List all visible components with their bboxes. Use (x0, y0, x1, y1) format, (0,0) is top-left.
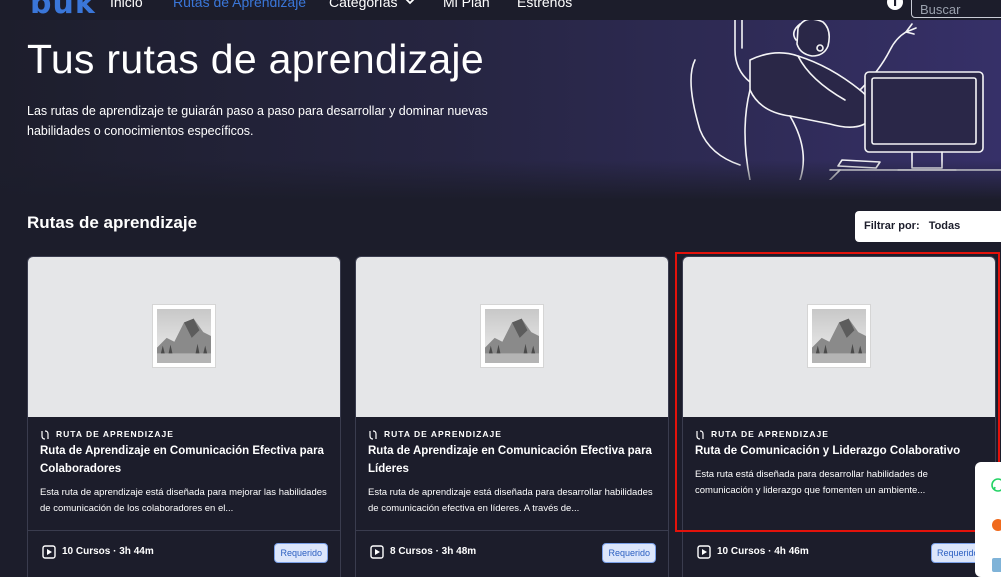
play-icon (697, 545, 711, 559)
status-badge: Requerido (602, 543, 656, 563)
nav-item-categorias[interactable]: Categorías (329, 0, 397, 10)
filter-dropdown[interactable]: Filtrar por: Todas (855, 211, 1001, 242)
section-title: Rutas de aprendizaje (27, 213, 198, 232)
notification-icon[interactable] (992, 519, 1001, 531)
route-card[interactable]: RUTA DE APRENDIZAJE Ruta de Aprendizaje … (27, 256, 341, 577)
app-icon[interactable] (992, 558, 1001, 572)
card-kicker: RUTA DE APRENDIZAJE (384, 429, 502, 439)
nav-item-estrenos[interactable]: Estrenos (517, 0, 572, 10)
card-meta: 10 Cursos · 4h 46m (717, 546, 809, 557)
nav-item-rutas[interactable]: Rutas de Aprendizaje (173, 0, 306, 10)
top-nav: buk Inicio Rutas de Aprendizaje Categorí… (0, 0, 1001, 20)
card-kicker: RUTA DE APRENDIZAJE (56, 429, 174, 439)
route-card[interactable]: RUTA DE APRENDIZAJE Ruta de Aprendizaje … (355, 256, 669, 577)
floating-side-tab[interactable] (975, 462, 1001, 577)
filter-value: Todas (928, 220, 961, 232)
page-description: Las rutas de aprendizaje te guiarán paso… (27, 104, 488, 138)
card-description: Esta ruta de aprendizaje está diseñada p… (40, 487, 327, 514)
card-thumbnail (683, 257, 995, 417)
info-icon[interactable]: i (887, 0, 903, 10)
page-title: Tus rutas de aprendizaje (27, 36, 484, 82)
card-description: Esta ruta está diseñada para desarrollar… (695, 469, 928, 496)
card-title[interactable]: Ruta de Comunicación y Liderazgo Colabor… (695, 442, 987, 460)
card-thumbnail (356, 257, 668, 417)
card-description: Esta ruta de aprendizaje está diseñada p… (368, 487, 653, 514)
hero-banner: Tus rutas de aprendizaje Las rutas de ap… (0, 20, 1001, 200)
card-meta: 8 Cursos · 3h 48m (390, 546, 477, 557)
route-card[interactable]: RUTA DE APRENDIZAJE Ruta de Comunicación… (682, 256, 996, 577)
image-placeholder-icon (807, 304, 871, 368)
card-thumbnail (28, 257, 340, 417)
play-icon (370, 545, 384, 559)
card-meta: 10 Cursos · 3h 44m (62, 546, 154, 557)
image-placeholder-icon (152, 304, 216, 368)
buk-logo[interactable]: buk (30, 0, 96, 20)
status-badge: Requerido (274, 543, 328, 563)
nav-item-mi-plan[interactable]: Mi Plan (443, 0, 490, 10)
hero-illustration (690, 20, 1001, 180)
chevron-down-icon[interactable] (404, 0, 416, 7)
image-placeholder-icon (480, 304, 544, 368)
card-title[interactable]: Ruta de Aprendizaje en Comunicación Efec… (40, 442, 332, 478)
play-icon (42, 545, 56, 559)
filter-label: Filtrar por: (864, 220, 920, 232)
card-kicker: RUTA DE APRENDIZAJE (711, 429, 829, 439)
card-title[interactable]: Ruta de Aprendizaje en Comunicación Efec… (368, 442, 660, 478)
nav-item-inicio[interactable]: Inicio (110, 0, 143, 10)
whatsapp-icon[interactable] (991, 478, 1001, 492)
card-divider (683, 530, 995, 531)
card-divider (28, 530, 340, 531)
card-divider (356, 530, 668, 531)
search-input[interactable] (911, 0, 1001, 18)
